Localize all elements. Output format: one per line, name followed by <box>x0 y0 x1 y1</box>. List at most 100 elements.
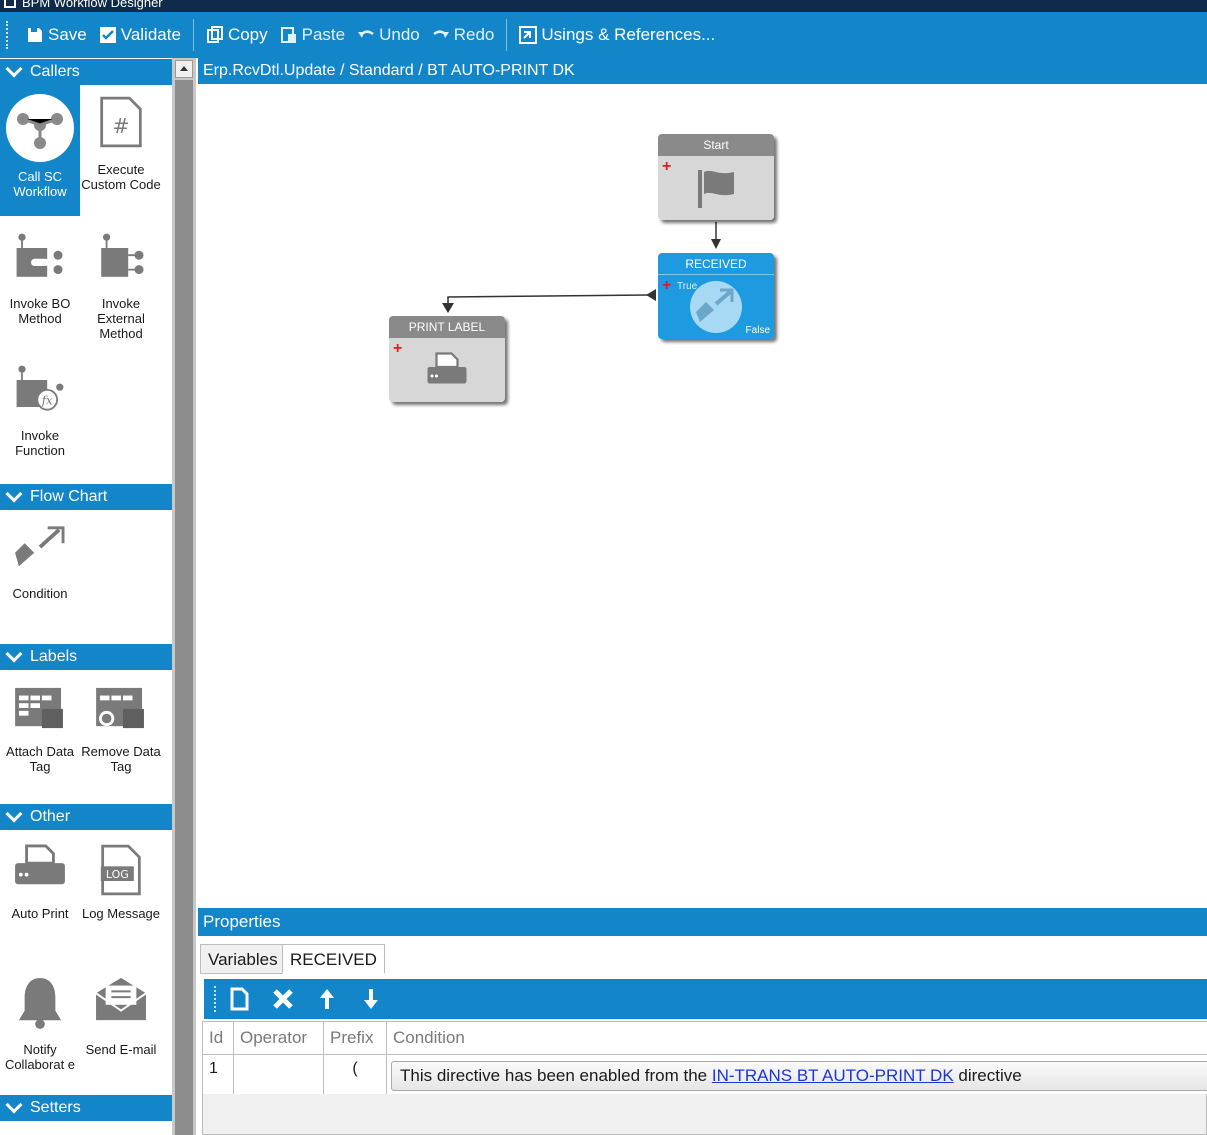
validate-button[interactable]: Validate <box>93 19 187 51</box>
tool-label: Log Message <box>81 906 161 921</box>
paste-button[interactable]: Paste <box>274 19 351 51</box>
tab-received[interactable]: RECEIVED <box>282 944 385 974</box>
arrow-received-print <box>442 303 454 313</box>
log-icon: LOG <box>100 844 141 896</box>
setters-section-header[interactable]: Setters <box>0 1095 172 1121</box>
notify-collaborate-tool[interactable]: Notify Collaborat e <box>0 976 80 1086</box>
validate-label: Validate <box>120 25 181 44</box>
toolbar-separator <box>192 19 194 51</box>
toolbar-grip <box>214 986 216 1012</box>
paste-icon <box>280 27 296 43</box>
condition-text-before: This directive has been enabled from the <box>400 1066 712 1085</box>
undo-button[interactable]: Undo <box>351 19 426 51</box>
toolbar-grip[interactable] <box>6 21 10 49</box>
bell-icon <box>18 978 62 1029</box>
workflow-canvas[interactable]: Start + RECEIVED + True False PRINT LABE… <box>198 84 1207 906</box>
chevron-down-icon <box>5 645 23 663</box>
column-header-operator[interactable]: Operator <box>234 1022 324 1054</box>
conditions-grid: Id Operator Prefix Condition 1 ( This di… <box>202 1021 1207 1135</box>
cell-operator[interactable] <box>234 1054 324 1094</box>
save-button[interactable]: Save <box>20 19 93 51</box>
invoke-external-method-tool[interactable]: Invoke External Method <box>81 230 161 360</box>
palette-scrollbar[interactable] <box>172 58 196 1135</box>
chevron-down-icon <box>5 805 23 823</box>
arrow-up-icon[interactable] <box>314 986 340 1012</box>
tool-label: Attach Data Tag <box>6 744 74 774</box>
new-row-icon[interactable] <box>226 986 252 1012</box>
remove-data-tag-tool[interactable]: Remove Data Tag <box>81 686 161 786</box>
add-icon[interactable]: + <box>662 159 671 175</box>
usings-references-button[interactable]: Usings & References... <box>513 19 721 51</box>
app-icon <box>4 0 16 8</box>
arrow-start-received <box>711 239 721 249</box>
tool-label: Call SC Workflow <box>13 169 67 199</box>
send-email-tool[interactable]: Send E-mail <box>81 976 161 1086</box>
breadcrumb: Erp.RcvDtl.Update / Standard / BT AUTO-P… <box>198 58 1207 84</box>
callers-title: Callers <box>30 63 80 80</box>
condition-icon <box>15 526 65 567</box>
add-icon[interactable]: + <box>393 341 402 357</box>
envelope-icon <box>95 977 147 1021</box>
condition-editor[interactable]: This directive has been enabled from the… <box>391 1061 1207 1091</box>
bo-method-icon <box>16 233 63 277</box>
app-window: BPM Workflow Designer Save Validate Copy… <box>0 0 1207 1135</box>
cell-condition[interactable]: This directive has been enabled from the… <box>387 1054 1207 1094</box>
tool-label: Invoke External Method <box>97 296 145 341</box>
main-toolbar: Save Validate Copy Paste Undo Redo Using… <box>0 12 1207 58</box>
received-node-title: RECEIVED <box>658 253 774 275</box>
window-title: BPM Workflow Designer <box>22 0 163 10</box>
start-node[interactable]: Start + <box>658 134 774 220</box>
call-sc-workflow-tool[interactable]: Call SC Workflow <box>0 85 80 216</box>
svg-text:fx: fx <box>41 393 53 407</box>
labels-section-header[interactable]: Labels <box>0 644 172 670</box>
print-node-title: PRINT LABEL <box>389 316 505 338</box>
condition-text-after: directive <box>953 1066 1022 1085</box>
printer-icon <box>15 844 65 885</box>
usings-label: Usings & References... <box>541 25 716 44</box>
flow-chart-section-header[interactable]: Flow Chart <box>0 484 172 510</box>
chevron-down-icon <box>5 1096 23 1114</box>
other-section-header[interactable]: Other <box>0 804 172 830</box>
copy-button[interactable]: Copy <box>200 19 274 51</box>
redo-icon <box>433 30 449 38</box>
copy-icon <box>206 26 223 43</box>
print-label-node[interactable]: PRINT LABEL + <box>389 316 505 402</box>
directive-link[interactable]: IN-TRANS BT AUTO-PRINT DK <box>712 1066 954 1085</box>
callers-section-header[interactable]: Callers <box>0 59 172 85</box>
redo-button[interactable]: Redo <box>426 19 501 51</box>
connector-tail <box>646 289 656 301</box>
chevron-down-icon <box>5 485 23 503</box>
add-icon[interactable]: + <box>662 278 671 294</box>
scroll-up-button[interactable] <box>175 60 193 78</box>
column-header-prefix[interactable]: Prefix <box>324 1022 387 1054</box>
arrow-down-icon[interactable] <box>358 986 384 1012</box>
scrollbar-thumb[interactable] <box>175 80 193 1135</box>
column-header-id[interactable]: Id <box>203 1022 234 1054</box>
toolbar-separator <box>506 19 508 51</box>
tool-label: Execute Custom Code <box>81 162 161 192</box>
condition-icon <box>690 281 742 333</box>
code-file-icon: # <box>100 96 142 148</box>
column-header-condition[interactable]: Condition <box>387 1022 1207 1054</box>
undo-label: Undo <box>379 25 420 44</box>
execute-custom-code-tool[interactable]: # Execute Custom Code <box>81 96 161 216</box>
tab-variables[interactable]: Variables <box>200 944 286 974</box>
delete-icon[interactable] <box>270 986 296 1012</box>
tool-label: Remove Data Tag <box>81 744 161 774</box>
workflow-icon <box>6 94 74 162</box>
checkbox-icon <box>99 27 116 43</box>
connector-received-print <box>447 294 651 312</box>
properties-panel: Variables RECEIVED Id Operator Prefix Co… <box>198 936 1207 1135</box>
attach-data-tag-tool[interactable]: Attach Data Tag <box>0 686 80 786</box>
cell-prefix[interactable]: ( <box>324 1054 387 1094</box>
received-condition-node[interactable]: RECEIVED + True False <box>658 253 774 339</box>
log-message-tool[interactable]: LOG Log Message <box>81 844 161 954</box>
save-icon <box>28 28 42 42</box>
cell-id[interactable]: 1 <box>203 1054 234 1094</box>
invoke-function-tool[interactable]: fx Invoke Function <box>0 362 80 482</box>
usings-icon <box>519 26 538 44</box>
auto-print-tool[interactable]: Auto Print <box>0 844 80 954</box>
invoke-bo-method-tool[interactable]: Invoke BO Method <box>0 230 80 350</box>
start-node-title: Start <box>658 134 774 156</box>
condition-tool[interactable]: Condition <box>0 524 80 624</box>
